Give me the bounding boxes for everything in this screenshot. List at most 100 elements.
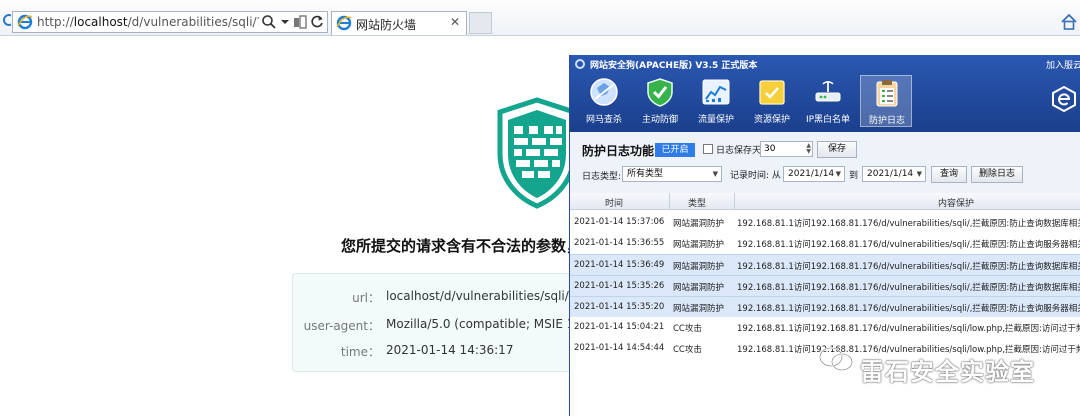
cell-type: 网站漏洞防护 (673, 219, 725, 229)
screen: http://localhost/d/vulnerabilities/sqli/… (0, 0, 1080, 416)
query-button[interactable]: 查询 (931, 166, 967, 183)
info-value: localhost/d/vulnerabilities/sqli/ (386, 289, 569, 303)
ie-logo-icon (336, 15, 352, 31)
delete-log-button[interactable]: 删除日志 (971, 166, 1023, 183)
chevron-down-icon: ▼ (712, 170, 718, 178)
toolbar-label: IP黑白名单 (805, 115, 851, 125)
cell-time: 2021-01-14 14:54:44 (574, 343, 665, 353)
date-from-picker[interactable]: 2021/1/14 ▼ (783, 166, 845, 182)
chevron-down-icon: ▼ (835, 170, 841, 178)
table-row-selected[interactable]: 2021-01-14 15:35:26 网站漏洞防护 192.168.81.1访… (570, 275, 1080, 296)
brand-logo-icon (1052, 85, 1076, 113)
cell-time: 2021-01-14 15:37:06 (574, 217, 665, 227)
save-button[interactable]: 保存 (817, 141, 857, 158)
join-cloud-link[interactable]: 加入服云 (1046, 58, 1080, 71)
search-icon[interactable] (261, 14, 277, 30)
keep-days-value: 30 (764, 144, 776, 154)
cell-content: 192.168.81.1访问192.168.81.176/d/vulnerabi… (737, 262, 1080, 272)
column-divider (734, 193, 735, 210)
chevron-down-icon[interactable] (277, 14, 293, 30)
cell-type: 网站漏洞防护 (673, 304, 725, 314)
cell-time: 2021-01-14 15:36:49 (574, 260, 665, 270)
cell-type: 网站漏洞防护 (673, 283, 725, 293)
info-row-url: url： localhost/d/vulnerabilities/sqli/ (293, 289, 593, 309)
table-row-selected[interactable]: 2021-01-14 15:36:49 网站漏洞防护 192.168.81.1访… (570, 254, 1080, 275)
toolbar-label: 资源保护 (753, 115, 790, 125)
toolbar-label: 网马查杀 (585, 115, 622, 125)
tab-firewall[interactable]: 网站防火墙 ✕ (331, 11, 467, 35)
address-bar[interactable]: http://localhost/d/vulnerabilities/sqli/… (12, 11, 328, 33)
new-tab-button[interactable] (469, 12, 492, 34)
info-value: 2021-01-14 14:36:17 (386, 343, 514, 357)
close-icon[interactable]: ✕ (450, 15, 460, 29)
cell-content: 192.168.81.1访问192.168.81.176/d/vulnerabi… (737, 219, 1080, 229)
toolbar-traffic-protection[interactable]: 流量保护 (690, 75, 742, 127)
firewall-shield-icon (497, 97, 577, 209)
log-function-toggle[interactable]: 已开启 (655, 143, 695, 157)
spinner-icon[interactable]: ▲ ▼ (806, 143, 811, 155)
cell-time: 2021-01-14 15:04:21 (574, 322, 665, 332)
table-header: 时间 类型 内容保护 (570, 193, 1080, 210)
block-message: 您所提交的请求含有不合法的参数， (341, 237, 581, 255)
table-row-selected[interactable]: 2021-01-14 15:35:20 网站漏洞防护 192.168.81.1访… (570, 296, 1080, 317)
cell-content: 192.168.81.1访问192.168.81.176/d/vulnerabi… (737, 304, 1080, 314)
column-divider (669, 193, 670, 210)
url-text[interactable]: http://localhost/d/vulnerabilities/sqli/… (37, 15, 259, 29)
date-to-value: 2021/1/14 (867, 169, 914, 179)
log-type-value: 所有类型 (627, 169, 664, 179)
toolbar-ip-list[interactable]: IP黑白名单 (802, 75, 854, 127)
toolbar-malware-scan[interactable]: 网马查杀 (578, 75, 630, 127)
toolbar-protection-log[interactable]: 防护日志 (860, 75, 912, 127)
column-header-type[interactable]: 类型 (688, 196, 706, 209)
log-type-select[interactable]: 所有类型 ▼ (622, 166, 722, 182)
column-header-content[interactable]: 内容保护 (938, 196, 974, 209)
app-title: 网站安全狗(APACHE版) V3.5 正式版本 (590, 61, 758, 71)
home-icon[interactable] (1060, 13, 1078, 31)
keep-days-input[interactable]: 30 ▲ ▼ (760, 141, 813, 157)
table-row[interactable]: 2021-01-14 15:37:06 网站漏洞防护 192.168.81.1访… (570, 212, 1080, 233)
keep-days-checkbox[interactable] (703, 144, 713, 154)
info-value: Mozilla/5.0 (compatible; MSIE 10.0; (386, 317, 598, 331)
log-function-label: 防护日志功能 (582, 144, 655, 158)
cell-type: 网站漏洞防护 (673, 240, 725, 250)
cell-type: 网站漏洞防护 (673, 262, 725, 272)
wechat-icon (819, 347, 853, 371)
cell-type: CC攻击 (673, 324, 702, 334)
ie-logo-icon (3, 14, 11, 26)
refresh-icon[interactable] (309, 14, 325, 30)
cell-time: 2021-01-14 15:35:26 (574, 281, 665, 291)
toolbar-active-defense[interactable]: 主动防御 (634, 75, 686, 127)
cell-content: 192.168.81.1访问192.168.81.176/d/vulnerabi… (737, 324, 1080, 334)
app-header: 网站安全狗(APACHE版) V3.5 正式版本 加入服云 网马查杀 主动防御 (570, 55, 1080, 132)
toolbar-label: 流量保护 (697, 115, 734, 125)
cell-time: 2021-01-14 15:36:55 (574, 238, 665, 248)
table-row[interactable]: 2021-01-14 15:04:21 CC攻击 192.168.81.1访问1… (570, 317, 1080, 338)
compat-view-icon[interactable] (292, 14, 308, 30)
info-row-time: time： 2021-01-14 14:36:17 (293, 343, 593, 363)
chart-icon (702, 79, 730, 105)
log-type-label: 日志类型: (582, 172, 622, 182)
info-row-user-agent: user-agent： Mozilla/5.0 (compatible; MSI… (293, 317, 598, 337)
cell-content: 192.168.81.1访问192.168.81.176/d/vulnerabi… (737, 283, 1080, 293)
table-row[interactable]: 2021-01-14 15:36:55 网站漏洞防护 192.168.81.1访… (570, 233, 1080, 254)
to-label: 到 (849, 171, 859, 181)
date-to-picker[interactable]: 2021/1/14 ▼ (862, 166, 926, 182)
app-logo-icon (575, 59, 585, 69)
cell-type: CC攻击 (673, 345, 702, 355)
watermark-text: 雷石安全实验室 (860, 358, 1035, 386)
chevron-down-icon: ▼ (916, 170, 922, 178)
date-from-value: 2021/1/14 (788, 169, 835, 179)
info-key: user-agent： (303, 319, 380, 333)
record-time-label: 记录时间: 从 (730, 171, 781, 181)
globe-icon (590, 78, 618, 106)
column-header-time[interactable]: 时间 (605, 196, 623, 209)
cell-time: 2021-01-14 15:35:20 (574, 302, 665, 312)
info-key: url： (352, 291, 380, 305)
toolbar-resource-protection[interactable]: 资源保护 (746, 75, 798, 127)
cell-content: 192.168.81.1访问192.168.81.176/d/vulnerabi… (737, 240, 1080, 250)
toolbar-label: 防护日志 (868, 116, 905, 126)
tab-title: 网站防火墙 (356, 18, 417, 32)
request-info-box: url： localhost/d/vulnerabilities/sqli/ u… (292, 273, 598, 372)
toolbar-label: 主动防御 (641, 115, 678, 125)
browser-chrome: http://localhost/d/vulnerabilities/sqli/… (0, 0, 1080, 36)
